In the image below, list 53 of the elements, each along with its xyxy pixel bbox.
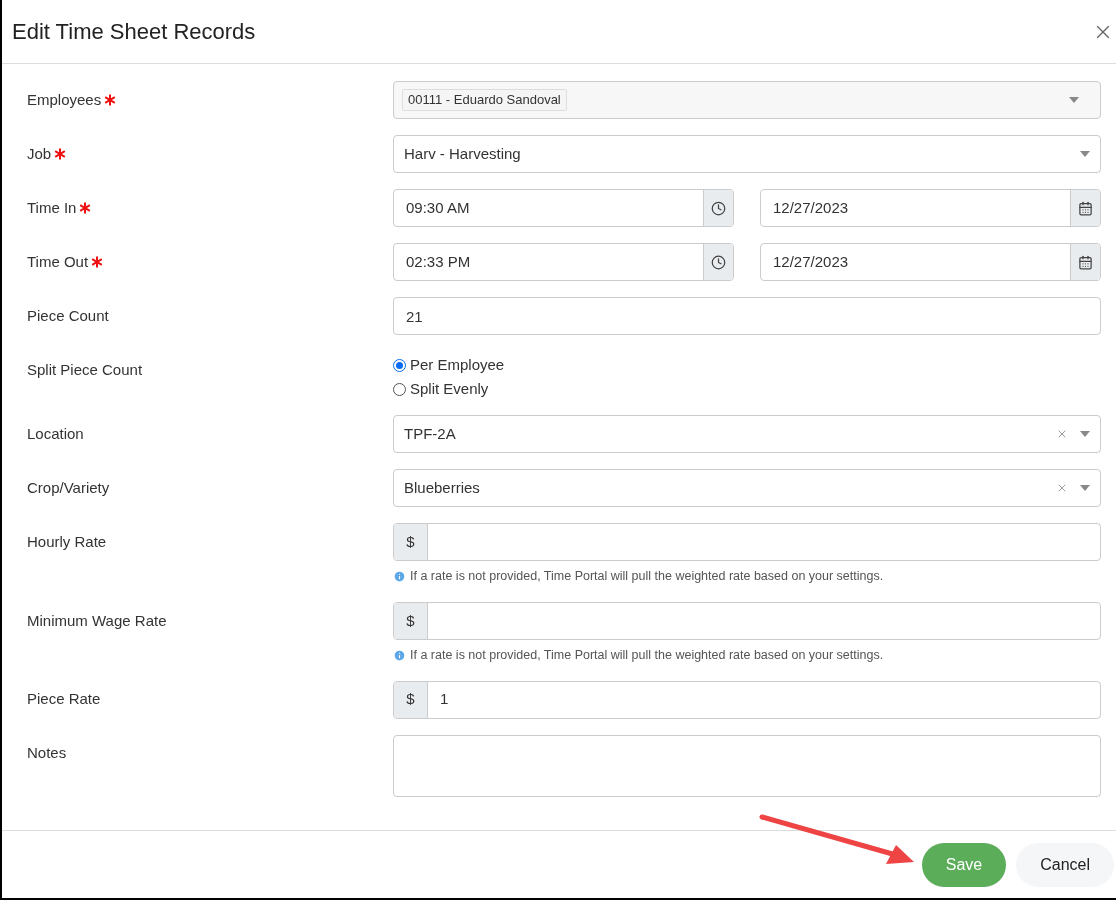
caret-icon — [1080, 485, 1090, 491]
currency-field[interactable]: $ 1 — [393, 680, 1101, 719]
field-label: Crop/Variety — [27, 477, 110, 498]
field-label: Location — [27, 423, 84, 444]
time-field[interactable]: 02:33 PM — [393, 243, 734, 281]
caret-icon — [1069, 97, 1079, 103]
field-label: Notes — [27, 743, 67, 764]
hint-text: If a rate is not provided, Time Portal will pull the weighted rate based on your settings. — [410, 646, 884, 664]
field-label: Minimum Wage Rate — [27, 610, 167, 631]
input-field[interactable]: 21 — [393, 297, 1101, 335]
currency-field[interactable]: $ — [393, 523, 1101, 561]
date-picker-button[interactable] — [1070, 244, 1100, 280]
calendar-icon — [1078, 200, 1093, 216]
select-value: TPF-2A — [404, 423, 457, 444]
field-label: Time Out — [27, 251, 89, 272]
date-field[interactable]: 12/27/2023 — [760, 243, 1101, 281]
currency-field[interactable]: $ — [393, 601, 1101, 640]
time-picker-button[interactable] — [703, 244, 733, 280]
caret-icon — [1080, 151, 1090, 157]
hint-text: If a rate is not provided, Time Portal will pull the weighted rate based on your settings. — [410, 568, 884, 585]
field-label: Time In — [27, 197, 77, 218]
clear-icon[interactable] — [1056, 428, 1068, 440]
employee-tag: 00111 - Eduardo Sandoval — [402, 89, 567, 111]
field-label: Employees — [27, 89, 102, 110]
date-field[interactable]: 12/27/2023 — [760, 189, 1101, 227]
field-label: Split Piece Count — [27, 359, 143, 380]
field-label: Job — [27, 143, 52, 164]
time-field[interactable]: 09:30 AM — [393, 189, 734, 227]
date-picker-button[interactable] — [1070, 190, 1100, 226]
dollar-prefix: $ — [394, 681, 428, 718]
select-value: Blueberries — [404, 477, 481, 498]
dialog-title: Edit Time Sheet Records — [12, 18, 256, 46]
radio-option[interactable]: Per Employee — [393, 355, 1101, 375]
select-field[interactable]: Harv - Harvesting — [393, 135, 1101, 173]
info-icon — [393, 648, 406, 662]
cancel-button[interactable]: Cancel — [1016, 842, 1114, 887]
dollar-prefix: $ — [394, 602, 428, 639]
calendar-icon — [1078, 254, 1093, 270]
clear-icon[interactable] — [1056, 482, 1068, 494]
clock-icon — [711, 200, 726, 216]
radio-option[interactable]: Split Evenly — [393, 379, 1101, 399]
field-label: Piece Count — [27, 305, 109, 326]
select-field[interactable]: Blueberries — [393, 469, 1101, 507]
select-value: Harv - Harvesting — [404, 143, 522, 164]
caret-icon — [1080, 431, 1090, 437]
multi-select-field[interactable]: 00111 - Eduardo Sandoval — [393, 81, 1101, 119]
field-label: Piece Rate — [27, 689, 101, 710]
time-picker-button[interactable] — [703, 190, 733, 226]
select-field[interactable]: TPF-2A — [393, 415, 1101, 453]
dollar-prefix: $ — [394, 524, 428, 560]
info-icon — [393, 569, 406, 583]
clock-icon — [711, 254, 726, 270]
field-label: Hourly Rate — [27, 531, 107, 552]
